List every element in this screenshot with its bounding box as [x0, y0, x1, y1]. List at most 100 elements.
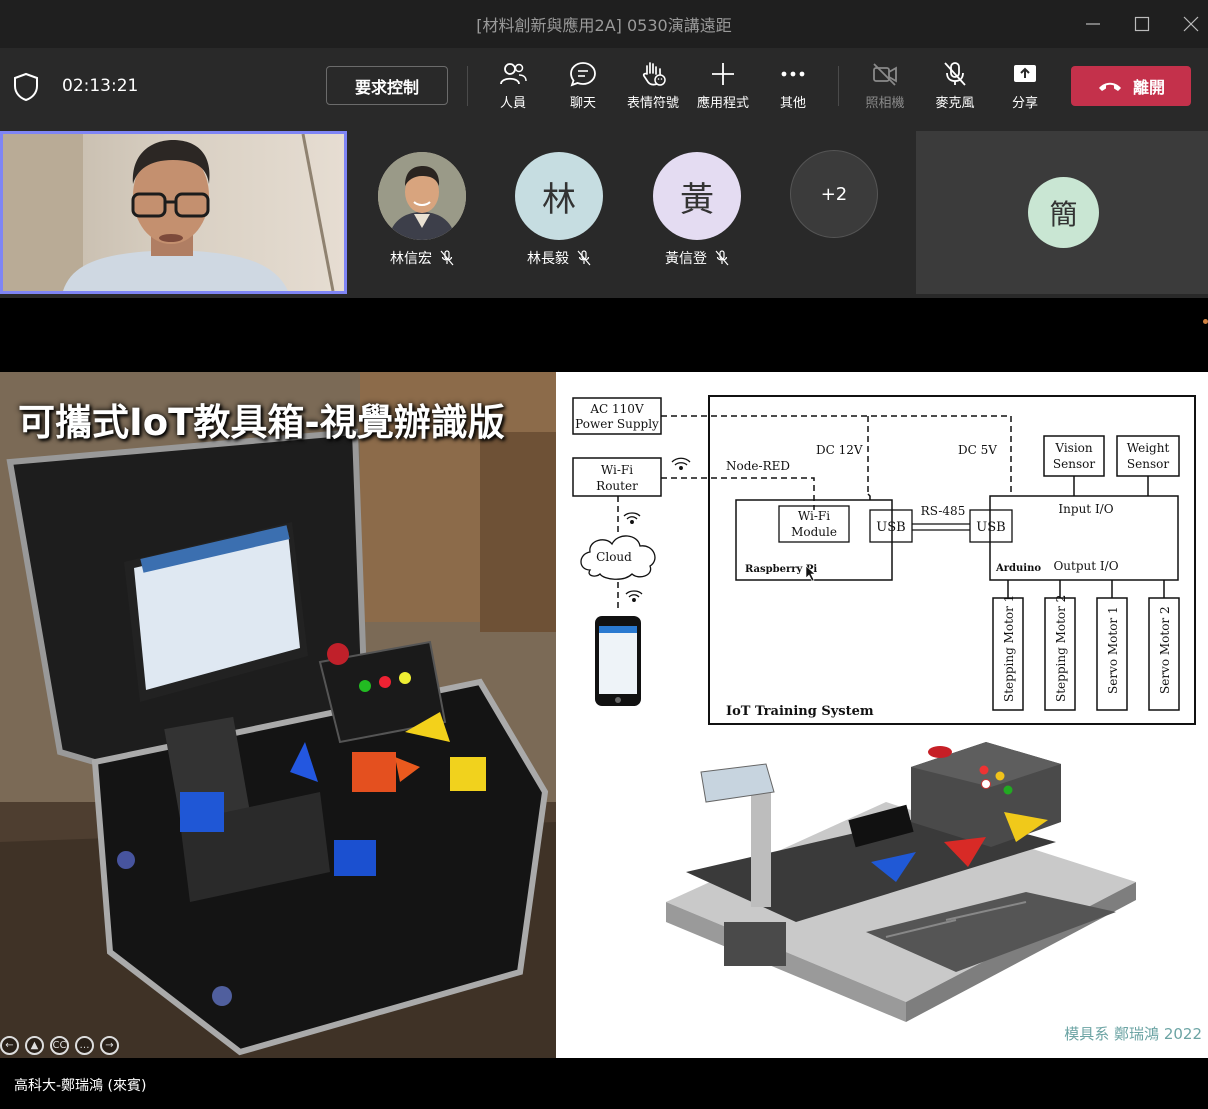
- people-icon: [500, 63, 527, 85]
- participant-tile[interactable]: 黃 黃信登: [642, 152, 752, 268]
- ac-power-line2: Power Supply: [575, 417, 659, 431]
- title-bar: [材料創新與應用2A] 0530演講遠距: [0, 0, 1208, 48]
- camera-off-icon: [873, 63, 897, 86]
- slide-credit: 模具系 鄭瑞鴻 2022: [1064, 1025, 1202, 1043]
- reactions-button[interactable]: 表情符號: [618, 60, 688, 116]
- iot-system-diagram: AC 110V Power Supply Wi-Fi Router Node-R…: [556, 372, 1208, 1058]
- close-button[interactable]: [1166, 0, 1208, 48]
- slide-title: 可攜式IoT教具箱-視覺辦識版: [18, 401, 505, 444]
- raise-hand-icon: [642, 62, 666, 86]
- participant-name: 林長毅: [527, 251, 569, 267]
- previous-slide-icon[interactable]: ←: [0, 1035, 19, 1055]
- status-indicator: [1203, 319, 1208, 324]
- next-slide-icon[interactable]: →: [100, 1035, 119, 1055]
- participant-name: 黃信登: [665, 251, 707, 267]
- output-io-label: Output I/O: [1053, 559, 1118, 573]
- share-icon: [1014, 65, 1036, 82]
- system-label: IoT Training System: [726, 704, 874, 719]
- phone-hangup-icon: [1098, 82, 1121, 91]
- close-icon: [1183, 16, 1199, 32]
- mic-off-icon: [577, 250, 591, 266]
- slide-controls: ← ▲ CC … →: [0, 1034, 119, 1056]
- participant-tile[interactable]: 林 林長毅: [504, 152, 614, 268]
- usb-left-label: USB: [876, 520, 905, 535]
- dc12-label: DC 12V: [816, 443, 863, 457]
- people-label: 人員: [499, 96, 526, 111]
- vision-sensor-line2: Sensor: [1053, 457, 1095, 471]
- chat-button[interactable]: 聊天: [548, 60, 618, 116]
- wifi-module-line1: Wi-Fi: [798, 509, 830, 523]
- plus-icon: [712, 63, 734, 85]
- share-button[interactable]: 分享: [990, 60, 1060, 116]
- more-button[interactable]: 其他: [758, 60, 828, 116]
- mic-button[interactable]: 麥克風: [920, 60, 990, 116]
- iot-kit-photo: [0, 372, 556, 1058]
- vision-sensor-line1: Vision: [1054, 441, 1093, 455]
- wifi-module-line2: Module: [791, 525, 837, 539]
- presenter-name: 高科大-鄭瑞鴻 (來賓): [14, 1078, 147, 1094]
- apps-label: 應用程式: [696, 96, 749, 111]
- speaker-video-frame: [3, 134, 344, 291]
- participant-tile-large[interactable]: 簡: [916, 131, 1208, 294]
- overflow-participants-button[interactable]: +2: [779, 150, 889, 238]
- wifi-icon: [671, 457, 691, 470]
- iot-kit-render: [666, 742, 1136, 1022]
- overflow-count: +2: [790, 150, 878, 238]
- meeting-toolbar: 02:13:21 要求控制 人員 聊天 表情符號 應用程式 其他 照相機 麥克風…: [0, 48, 1208, 126]
- shared-screen[interactable]: 可攜式IoT教具箱-視覺辦識版 AC 110V Power Supply Wi-…: [0, 372, 1208, 1058]
- mic-label: 麥克風: [935, 96, 975, 111]
- minimize-button[interactable]: [1068, 0, 1118, 48]
- participant-tile[interactable]: 林信宏: [367, 152, 477, 268]
- toolbar-divider: [838, 66, 839, 106]
- participant-avatar: 林: [515, 152, 603, 240]
- speaker-video[interactable]: [0, 131, 347, 294]
- people-button[interactable]: 人員: [478, 60, 548, 116]
- leave-button[interactable]: 離開: [1071, 66, 1191, 106]
- apps-button[interactable]: 應用程式: [688, 60, 758, 116]
- maximize-icon: [1134, 16, 1150, 32]
- maximize-button[interactable]: [1117, 0, 1167, 48]
- teams-meeting-window: [材料創新與應用2A] 0530演講遠距 02:13:21 要求控制 人員 聊天…: [0, 0, 1208, 1109]
- more-icon[interactable]: …: [75, 1035, 94, 1055]
- weight-sensor-line1: Weight: [1127, 441, 1170, 455]
- shield-icon[interactable]: [12, 72, 40, 102]
- participant-avatar: 黃: [653, 152, 741, 240]
- participant-avatar: [378, 152, 466, 240]
- pointer-icon[interactable]: ▲: [25, 1035, 44, 1055]
- mic-off-icon: [715, 250, 729, 266]
- node-red-label: Node-RED: [726, 459, 790, 473]
- chat-label: 聊天: [569, 96, 596, 111]
- more-icon: [781, 71, 805, 77]
- minimize-icon: [1086, 23, 1100, 25]
- motor-label: Stepping Motor 2: [1054, 595, 1068, 702]
- more-label: 其他: [779, 96, 806, 111]
- mic-off-icon: [944, 62, 966, 86]
- arduino-label: Arduino: [995, 563, 1041, 574]
- weight-sensor-line2: Sensor: [1127, 457, 1169, 471]
- dc5-label: DC 5V: [958, 443, 997, 457]
- input-io-label: Input I/O: [1058, 502, 1113, 516]
- wifi-router-line2: Router: [596, 479, 638, 493]
- leave-label: 離開: [1132, 78, 1165, 97]
- toolbar-divider: [467, 66, 468, 106]
- window-title: [材料創新與應用2A] 0530演講遠距: [476, 16, 732, 35]
- participant-photo: [378, 152, 466, 240]
- wifi-router-line1: Wi-Fi: [601, 463, 633, 477]
- iot-block-diagram: AC 110V Power Supply Wi-Fi Router Node-R…: [572, 395, 1196, 1022]
- ac-power-line1: AC 110V: [589, 402, 644, 416]
- captions-icon[interactable]: CC: [50, 1035, 69, 1055]
- motor-label: Servo Motor 1: [1106, 606, 1120, 694]
- mic-off-icon: [440, 250, 454, 266]
- motor-label: Stepping Motor 1: [1002, 595, 1016, 702]
- slide-photo: 可攜式IoT教具箱-視覺辦識版: [0, 372, 556, 1058]
- cloud-label: Cloud: [596, 550, 632, 564]
- request-control-button[interactable]: 要求控制: [326, 66, 448, 105]
- reactions-label: 表情符號: [626, 96, 679, 111]
- usb-right-label: USB: [976, 520, 1005, 535]
- participant-name: 林信宏: [390, 251, 432, 267]
- participant-avatar: 簡: [1028, 177, 1099, 248]
- camera-button[interactable]: 照相機: [850, 60, 920, 116]
- motor-label: Servo Motor 2: [1158, 606, 1172, 694]
- chat-icon: [570, 62, 596, 87]
- rs485-label: RS-485: [921, 504, 966, 518]
